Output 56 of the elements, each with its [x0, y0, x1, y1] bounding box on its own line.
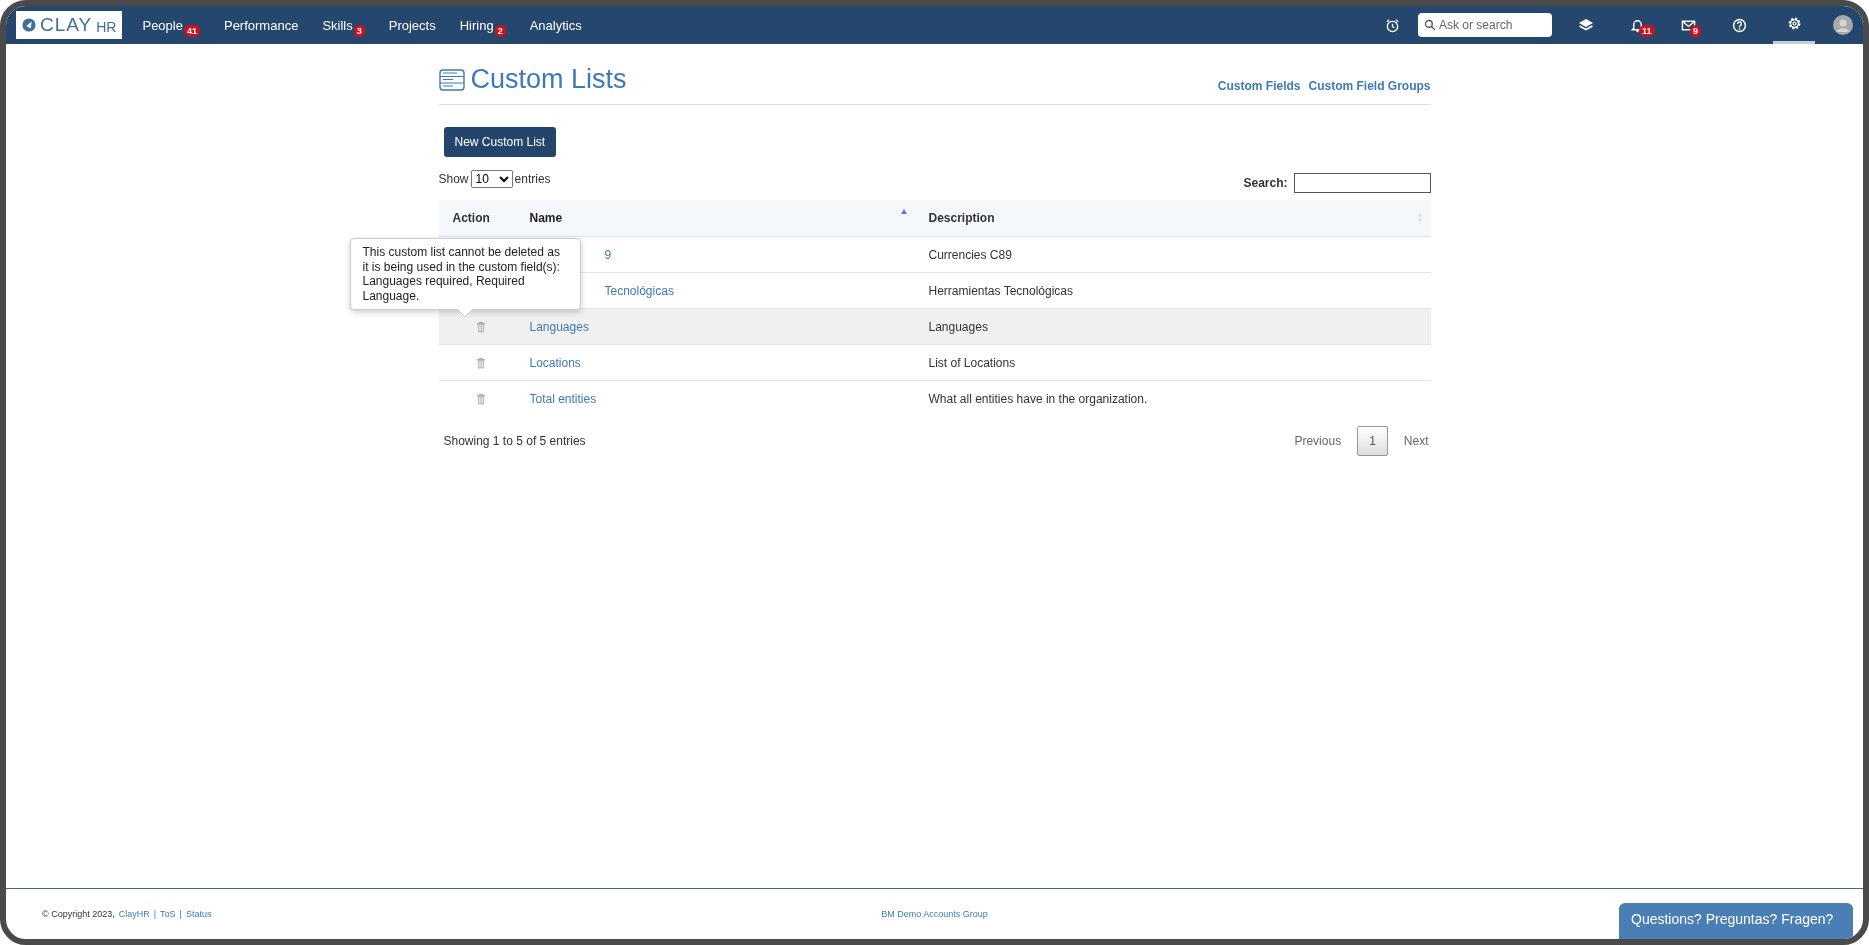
page-button[interactable]: 1	[1357, 426, 1388, 456]
tooltip: This custom list cannot be deleted as it is being used in the custom field(s): Languages required, Required Language.	[349, 238, 581, 310]
avatar[interactable]	[1833, 15, 1853, 35]
nav-link[interactable]: Performance	[223, 17, 299, 33]
page-size-dropdown[interactable]: 10	[470, 170, 513, 188]
settings-icon	[1786, 16, 1802, 31]
list-name-link[interactable]: Total entities	[529, 391, 597, 406]
group-link[interactable]: BM Demo Accounts Group	[637, 909, 1232, 919]
logo[interactable]: CLAY HR	[16, 11, 123, 39]
alarm-clock-icon[interactable]	[1385, 17, 1400, 33]
separator: |	[153, 909, 157, 919]
help-icon[interactable]	[1732, 17, 1747, 33]
previous-button[interactable]: Previous	[1294, 434, 1342, 448]
column-header[interactable]: Description	[914, 200, 1431, 237]
header-link[interactable]: Custom Field Groups	[1308, 79, 1431, 93]
footer-link[interactable]: ClayHR	[118, 909, 150, 919]
search-label: Search:	[1243, 176, 1288, 190]
nav-link[interactable]: Hiring	[459, 17, 494, 33]
footer-link[interactable]: Status	[185, 909, 212, 919]
footer-link[interactable]: ToS	[160, 909, 176, 919]
copyright-text: © Copyright 2023,	[42, 909, 115, 919]
search-field[interactable]: Ask or search	[1418, 13, 1552, 37]
table-cell: What all entities have in the organization.	[914, 380, 1431, 416]
sort-icon	[1416, 212, 1423, 223]
column-header[interactable]: Name	[515, 200, 915, 237]
entries-label: entries	[514, 172, 551, 186]
list-name-link[interactable]: Locations	[529, 355, 581, 370]
list-icon	[438, 68, 465, 91]
table-cell: Languages	[914, 308, 1431, 345]
count-badge: 9	[1690, 24, 1701, 37]
tooltip-pointer	[456, 309, 473, 317]
next-button[interactable]: Next	[1403, 434, 1429, 448]
show-label: Show	[438, 172, 469, 186]
list-name-link[interactable]: Languages	[529, 319, 589, 334]
table-info: Showing 1 to 5 of 5 entries	[443, 434, 586, 448]
separator: |	[179, 909, 182, 919]
search-icon	[1424, 19, 1436, 31]
count-badge: 11	[1639, 24, 1655, 37]
sort-ascending-icon	[900, 209, 907, 214]
table-cell: Currencies C89	[914, 236, 1431, 273]
header-link[interactable]: Custom Fields	[1217, 79, 1301, 93]
nav-link[interactable]: Projects	[388, 17, 436, 33]
column-header[interactable]: Action	[438, 200, 516, 237]
new-custom-list-button[interactable]: New Custom List	[443, 127, 557, 157]
count-badge: 2	[494, 24, 506, 37]
page-title: Custom Lists	[470, 64, 627, 95]
stack-icon[interactable]	[1578, 17, 1594, 33]
count-badge: 41	[183, 24, 200, 37]
nav-link[interactable]: People	[142, 17, 183, 33]
chat-button[interactable]: Questions? Preguntas? Fragen?	[1619, 903, 1853, 939]
table-cell: List of Locations	[914, 344, 1431, 381]
count-badge: 3	[353, 24, 365, 37]
search-input[interactable]	[1293, 173, 1431, 193]
logo-icon	[22, 18, 36, 32]
nav-link[interactable]: Skills	[322, 17, 353, 33]
nav-link[interactable]: Analytics	[529, 17, 582, 33]
